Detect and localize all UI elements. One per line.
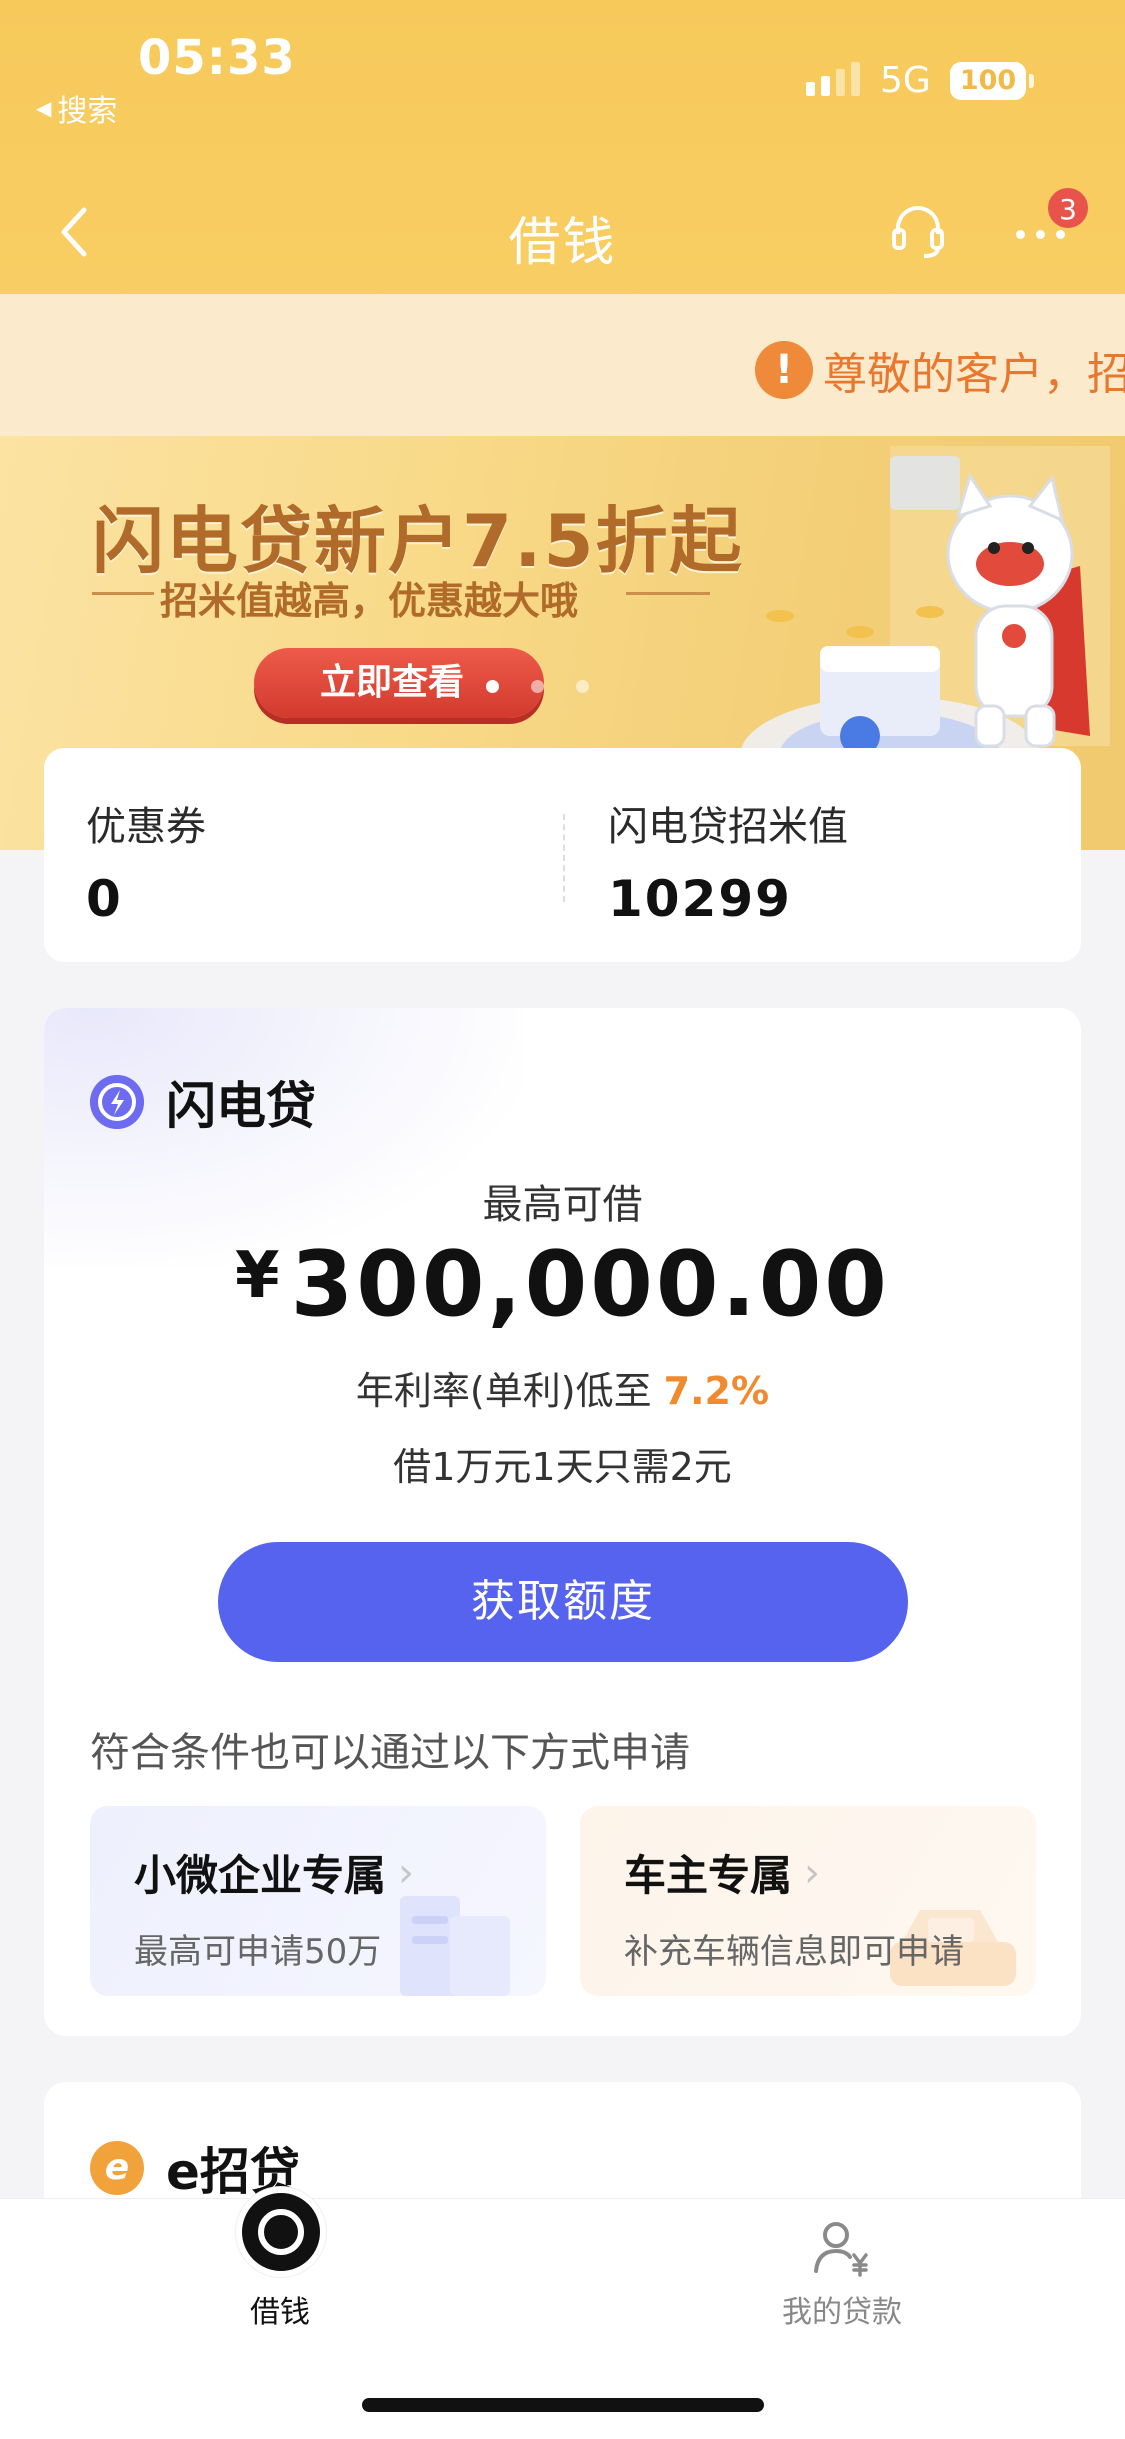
currency-symbol: ¥ (235, 1239, 283, 1313)
home-indicator (362, 2398, 764, 2412)
notice-text: 尊敬的客户，招 (823, 349, 1125, 400)
status-time: 05:33 (138, 30, 296, 86)
coupon-stat[interactable]: 优惠券 0 (86, 794, 206, 928)
user-yen-icon (814, 2222, 868, 2277)
banner-pagination (486, 680, 589, 693)
points-stat[interactable]: 闪电贷招米值 10299 (608, 794, 848, 928)
tab-label: 我的贷款 (782, 2295, 902, 2330)
points-label: 闪电贷招米值 (608, 804, 848, 850)
loan-header: 闪电贷 (90, 1066, 316, 1138)
points-value: 10299 (608, 870, 792, 928)
get-credit-button[interactable]: 获取额度 (218, 1542, 908, 1662)
rate-prefix: 年利率(单利)低至 (355, 1369, 652, 1413)
alt-option-title: 车主专属 (624, 1851, 793, 1900)
e-loan-icon: e (90, 2141, 144, 2195)
max-amount: ¥300,000.00 (44, 1232, 1081, 1337)
amount-value: 300,000.00 (290, 1232, 890, 1337)
alt-option-small-business[interactable]: 小微企业专属 › 最高可申请50万 (90, 1806, 546, 1996)
lightning-icon (90, 1075, 144, 1129)
nav-bar: 借钱 (0, 180, 1125, 290)
coupon-label: 优惠券 (86, 804, 206, 850)
notice-bar[interactable]: ! 尊敬的客户，招 (0, 294, 1125, 436)
status-bar: 05:33 ◀ 搜索 5G 100 (0, 0, 1125, 130)
stats-card: 优惠券 0 闪电贷招米值 10299 (44, 748, 1081, 962)
rate-value: 7.2% (663, 1369, 770, 1413)
max-amount-label: 最高可借 (482, 1182, 643, 1228)
interest-rate: 年利率(单利)低至 7.2% (44, 1360, 1081, 1415)
alt-option-subtitle: 补充车辆信息即可申请 (624, 1932, 964, 1972)
banner-divider-left (92, 592, 154, 595)
battery-tip (1029, 74, 1034, 88)
tab-label: 借钱 (250, 2295, 310, 2330)
signal-icon (806, 62, 860, 96)
alt-option-title: 小微企业专属 (134, 1851, 387, 1900)
stats-divider (563, 814, 565, 902)
alt-option-subtitle: 最高可申请50万 (134, 1932, 382, 1972)
battery-icon: 100 (950, 62, 1026, 100)
back-triangle-icon: ◀ (36, 96, 52, 120)
back-app-label: 搜索 (57, 94, 118, 129)
tab-my-loans[interactable]: 我的贷款 (692, 2199, 992, 2349)
chevron-right-icon: › (804, 1849, 821, 1896)
borrow-tab-icon (236, 2187, 326, 2277)
loan-title: 闪电贷 (166, 1077, 316, 1135)
back-to-app-link[interactable]: ◀ 搜索 (36, 86, 117, 130)
alert-icon: ! (755, 341, 813, 399)
notification-badge: 3 (1046, 186, 1090, 230)
network-type: 5G (880, 60, 931, 101)
coupon-value: 0 (86, 870, 123, 928)
banner-subtitle: 招米值越高，优惠越大哦 (160, 579, 579, 623)
alt-option-car-owner[interactable]: 车主专属 › 补充车辆信息即可申请 (580, 1806, 1036, 1996)
loan-card: 闪电贷 最高可借 ¥300,000.00 年利率(单利)低至 7.2% 借1万元… (44, 1008, 1081, 2036)
tab-borrow[interactable]: 借钱 (130, 2187, 430, 2349)
headset-icon[interactable] (888, 200, 948, 260)
cost-note: 借1万元1天只需2元 (393, 1445, 732, 1489)
banner-divider-right (626, 592, 710, 595)
page-title: 借钱 (508, 213, 617, 273)
alt-apply-heading: 符合条件也可以通过以下方式申请 (90, 1730, 690, 1776)
chevron-right-icon: › (398, 1849, 415, 1896)
